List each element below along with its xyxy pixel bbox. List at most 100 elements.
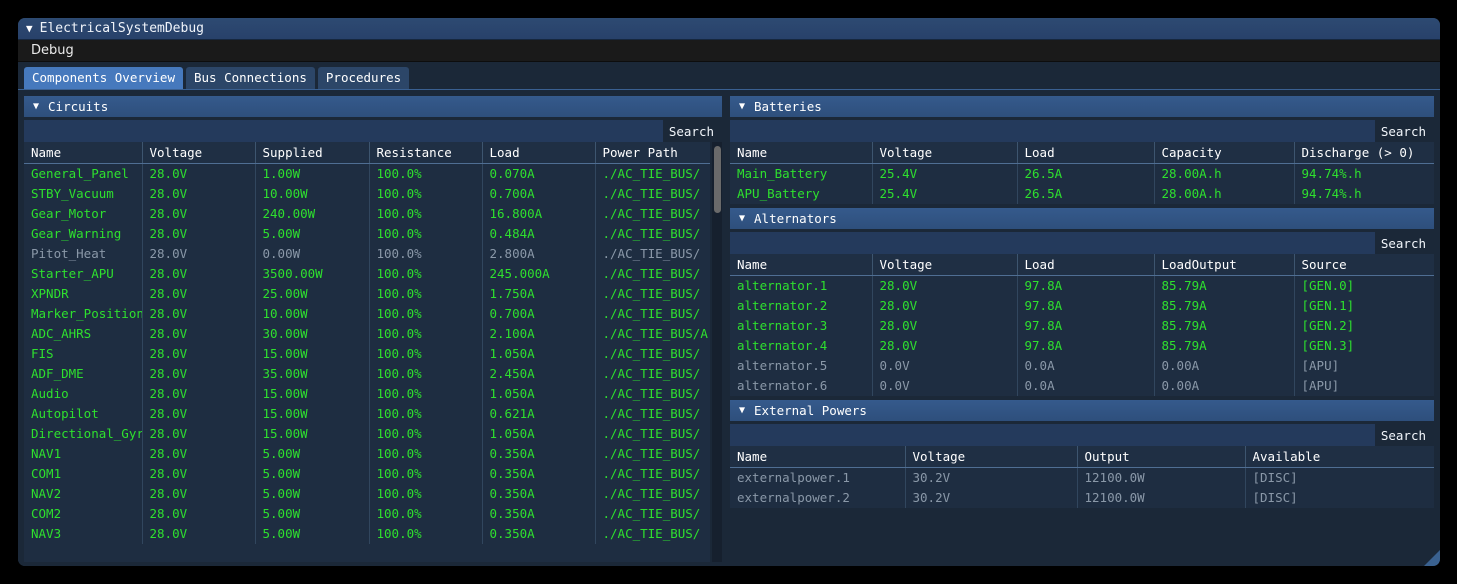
table-cell: 1.050A [482, 424, 595, 444]
column-header[interactable]: Voltage [872, 142, 1017, 164]
table-cell: 100.0% [369, 404, 482, 424]
search-input-circuits[interactable] [24, 120, 663, 142]
triangle-down-icon[interactable]: ▼ [26, 23, 33, 34]
table-row[interactable]: alternator.228.0V97.8A85.79A[GEN.1] [730, 296, 1434, 316]
table-cell: 100.0% [369, 224, 482, 244]
table-cell: ./AC_TIE_BUS/ [595, 464, 710, 484]
column-header[interactable]: Discharge (> 0) [1294, 142, 1434, 164]
section-header-circuits[interactable]: ▼ Circuits [24, 96, 722, 117]
table-row[interactable]: alternator.328.0V97.8A85.79A[GEN.2] [730, 316, 1434, 336]
column-header[interactable]: Available [1245, 446, 1434, 468]
column-header[interactable]: LoadOutput [1154, 254, 1294, 276]
table-cell: 28.0V [142, 444, 255, 464]
column-header[interactable]: Name [730, 254, 872, 276]
circuits-vertical-scrollbar[interactable] [712, 142, 722, 562]
table-cell: Marker_Position [24, 304, 142, 324]
table-row[interactable]: ADC_AHRS28.0V30.00W100.0%2.100A./AC_TIE_… [24, 324, 710, 344]
table-cell: 100.0% [369, 444, 482, 464]
table-row[interactable]: ADF_DME28.0V35.00W100.0%2.450A./AC_TIE_B… [24, 364, 710, 384]
column-header[interactable]: Load [1017, 142, 1154, 164]
search-input-alternators[interactable] [730, 232, 1375, 254]
table-cell: 15.00W [255, 384, 369, 404]
table-cell: NAV1 [24, 444, 142, 464]
table-row[interactable]: XPNDR28.0V25.00W100.0%1.750A./AC_TIE_BUS… [24, 284, 710, 304]
table-row[interactable]: Autopilot28.0V15.00W100.0%0.621A./AC_TIE… [24, 404, 710, 424]
table-cell: ADF_DME [24, 364, 142, 384]
table-row[interactable]: Main_Battery25.4V26.5A28.00A.h94.74%.h [730, 164, 1434, 185]
column-header[interactable]: Source [1294, 254, 1434, 276]
column-header[interactable]: Power Path [595, 142, 710, 164]
column-header[interactable]: Resistance [369, 142, 482, 164]
table-row[interactable]: externalpower.130.2V12100.0W[DISC] [730, 468, 1434, 489]
table-row[interactable]: NAV228.0V5.00W100.0%0.350A./AC_TIE_BUS/ [24, 484, 710, 504]
table-cell: ./AC_TIE_BUS/ [595, 484, 710, 504]
column-header[interactable]: Output [1077, 446, 1245, 468]
search-input-external-powers[interactable] [730, 424, 1375, 446]
table-row[interactable]: FIS28.0V15.00W100.0%1.050A./AC_TIE_BUS/ [24, 344, 710, 364]
column-header[interactable]: Load [1017, 254, 1154, 276]
table-row[interactable]: alternator.428.0V97.8A85.79A[GEN.3] [730, 336, 1434, 356]
table-row[interactable]: Starter_APU28.0V3500.00W100.0%245.000A./… [24, 264, 710, 284]
search-input-batteries[interactable] [730, 120, 1375, 142]
table-row[interactable]: alternator.60.0V0.0A0.00A[APU] [730, 376, 1434, 396]
triangle-down-icon[interactable]: ▼ [739, 405, 745, 416]
table-cell: [APU] [1294, 376, 1434, 396]
table-row[interactable]: COM228.0V5.00W100.0%0.350A./AC_TIE_BUS/ [24, 504, 710, 524]
triangle-down-icon[interactable]: ▼ [33, 101, 39, 112]
column-header[interactable]: Name [730, 142, 872, 164]
column-header[interactable]: Voltage [905, 446, 1077, 468]
table-row[interactable]: NAV328.0V5.00W100.0%0.350A./AC_TIE_BUS/ [24, 524, 710, 544]
circuits-table-body-scroll[interactable]: General_Panel28.0V1.00W100.0%0.070A./AC_… [24, 164, 710, 562]
table-row[interactable]: Gear_Warning28.0V5.00W100.0%0.484A./AC_T… [24, 224, 710, 244]
column-header[interactable]: Supplied [255, 142, 369, 164]
table-row[interactable]: externalpower.230.2V12100.0W[DISC] [730, 488, 1434, 508]
table-row[interactable]: alternator.128.0V97.8A85.79A[GEN.0] [730, 276, 1434, 297]
column-header[interactable]: Name [730, 446, 905, 468]
table-cell: 97.8A [1017, 276, 1154, 297]
window-titlebar[interactable]: ▼ ElectricalSystemDebug [18, 18, 1440, 40]
search-label-batteries: Search [1375, 120, 1434, 142]
table-row[interactable]: APU_Battery25.4V26.5A28.00A.h94.74%.h [730, 184, 1434, 204]
column-header[interactable]: Voltage [142, 142, 255, 164]
table-cell: ./AC_TIE_BUS/ [595, 264, 710, 284]
table-cell: ./AC_TIE_BUS/ [595, 224, 710, 244]
triangle-down-icon[interactable]: ▼ [739, 101, 745, 112]
triangle-down-icon[interactable]: ▼ [739, 213, 745, 224]
table-row[interactable]: STBY_Vacuum28.0V10.00W100.0%0.700A./AC_T… [24, 184, 710, 204]
resize-grip-handle[interactable] [1422, 548, 1440, 566]
table-cell: Audio [24, 384, 142, 404]
circuits-body-table: General_Panel28.0V1.00W100.0%0.070A./AC_… [24, 164, 710, 544]
scrollbar-thumb[interactable] [714, 146, 721, 213]
section-header-alternators[interactable]: ▼ Alternators [730, 208, 1434, 229]
table-row[interactable]: Gear_Motor28.0V240.00W100.0%16.800A./AC_… [24, 204, 710, 224]
column-header[interactable]: Name [24, 142, 142, 164]
search-label-external-powers: Search [1375, 424, 1434, 446]
table-row[interactable]: COM128.0V5.00W100.0%0.350A./AC_TIE_BUS/ [24, 464, 710, 484]
table-row[interactable]: NAV128.0V5.00W100.0%0.350A./AC_TIE_BUS/ [24, 444, 710, 464]
table-row[interactable]: Pitot_Heat28.0V0.00W100.0%2.800A./AC_TIE… [24, 244, 710, 264]
table-cell: 28.0V [142, 184, 255, 204]
table-row[interactable]: Marker_Position28.0V10.00W100.0%0.700A./… [24, 304, 710, 324]
column-header[interactable]: Voltage [872, 254, 1017, 276]
column-header[interactable]: Load [482, 142, 595, 164]
external-powers-table: NameVoltageOutputAvailable externalpower… [730, 446, 1434, 508]
table-cell: 100.0% [369, 464, 482, 484]
table-row[interactable]: alternator.50.0V0.0A0.00A[APU] [730, 356, 1434, 376]
column-header[interactable]: Capacity [1154, 142, 1294, 164]
table-row[interactable]: General_Panel28.0V1.00W100.0%0.070A./AC_… [24, 164, 710, 184]
tab-bus-connections[interactable]: Bus Connections [186, 67, 315, 89]
table-row[interactable]: Audio28.0V15.00W100.0%1.050A./AC_TIE_BUS… [24, 384, 710, 404]
table-cell: [GEN.0] [1294, 276, 1434, 297]
menu-item-debug[interactable]: Debug [27, 42, 78, 59]
tab-components-overview[interactable]: Components Overview [24, 67, 183, 89]
table-cell: 85.79A [1154, 276, 1294, 297]
table-row[interactable]: Directional_Gyro28.0V15.00W100.0%1.050A.… [24, 424, 710, 444]
table-cell: alternator.1 [730, 276, 872, 297]
tab-procedures[interactable]: Procedures [318, 67, 409, 89]
section-header-batteries[interactable]: ▼ Batteries [730, 96, 1434, 117]
table-cell: ./AC_TIE_BUS/A [595, 324, 710, 344]
section-header-external-powers[interactable]: ▼ External Powers [730, 400, 1434, 421]
table-cell: [GEN.3] [1294, 336, 1434, 356]
table-cell: 15.00W [255, 404, 369, 424]
table-cell: 2.800A [482, 244, 595, 264]
